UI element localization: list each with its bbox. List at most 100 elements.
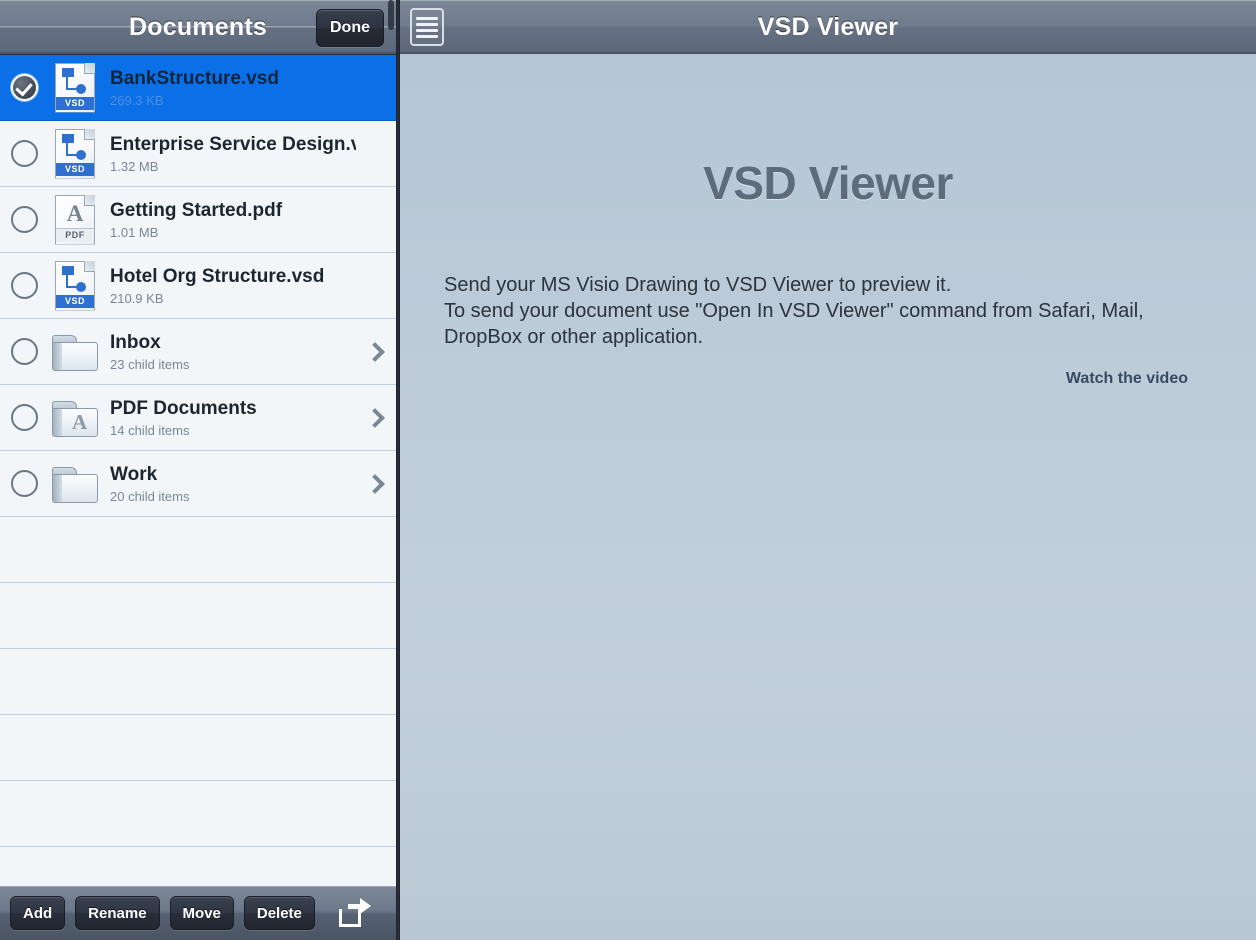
file-name: Inbox <box>110 331 161 353</box>
menu-line-1 <box>416 16 438 20</box>
circle-icon <box>10 140 38 167</box>
chevron-right-icon <box>364 473 385 494</box>
circle-icon <box>10 404 38 431</box>
viewer-panel: VSD Viewer VSD Viewer Send your MS Visio… <box>400 0 1256 940</box>
file-text-cell: Enterprise Service Design.vs 1.32 MB <box>102 134 356 174</box>
file-detail: 1.32 MB <box>110 158 159 174</box>
done-button[interactable]: Done <box>316 9 384 47</box>
file-icon-cell: VSD <box>48 260 102 311</box>
file-row[interactable]: A PDF Documents 14 child items <box>0 385 396 451</box>
file-icon-cell <box>48 333 102 371</box>
file-icon-cell: A <box>48 399 102 437</box>
viewer-heading: VSD Viewer <box>703 157 953 209</box>
folder-shade-shape <box>53 342 62 370</box>
file-text-cell: Hotel Org Structure.vsd 210.9 KB <box>102 266 356 306</box>
file-icon-cell: VSD <box>48 128 102 179</box>
page-title: Documents <box>129 12 267 41</box>
folder-icon: A <box>52 399 98 437</box>
file-type-badge: VSD <box>56 294 94 308</box>
disclosure-cell[interactable] <box>356 341 396 362</box>
circle-icon <box>10 338 38 365</box>
file-row[interactable]: Work 20 child items <box>0 451 396 517</box>
documents-toolbar: Add Rename Move Delete <box>0 886 396 940</box>
viewer-navbar: VSD Viewer <box>400 0 1256 54</box>
file-type-badge: PDF <box>56 227 94 242</box>
selection-checkbox[interactable] <box>0 470 48 497</box>
file-detail: 1.01 MB <box>110 224 159 240</box>
file-type-badge: VSD <box>56 162 94 176</box>
file-name: Hotel Org Structure.vsd <box>110 265 325 287</box>
file-row[interactable]: VSD BankStructure.vsd 269.3 KB <box>0 55 396 121</box>
empty-row <box>0 715 396 781</box>
move-button[interactable]: Move <box>169 896 234 930</box>
disclosure-cell[interactable] <box>356 407 396 428</box>
file-detail: 14 child items <box>110 422 190 438</box>
folder-icon <box>52 333 98 371</box>
visio-diagram-art <box>61 265 88 292</box>
folder-shade-shape <box>53 408 62 436</box>
file-list: VSD BankStructure.vsd 269.3 KB VSD Enterpris… <box>0 54 396 886</box>
selection-checkbox[interactable] <box>0 74 48 101</box>
visio-diagram-art <box>61 67 88 94</box>
checkmark-icon <box>10 74 38 101</box>
share-arrow-shape <box>360 898 371 914</box>
list-scroll-indicator[interactable] <box>388 0 394 30</box>
circle-icon <box>10 272 38 299</box>
instruction-line-1: Send your MS Visio Drawing to VSD Viewer… <box>444 274 952 296</box>
folder-shade-shape <box>53 474 62 502</box>
file-name: Enterprise Service Design.vs <box>110 133 356 155</box>
delete-button[interactable]: Delete <box>243 896 315 930</box>
selection-checkbox[interactable] <box>0 338 48 365</box>
menu-line-2 <box>416 22 438 26</box>
file-name: Getting Started.pdf <box>110 199 283 221</box>
watch-video-link[interactable]: Watch the video <box>444 370 1212 388</box>
rename-button[interactable]: Rename <box>75 896 160 930</box>
vsd-file-icon: VSD <box>55 128 95 179</box>
file-row[interactable]: A PDF Getting Started.pdf 1.01 MB <box>0 187 396 253</box>
pdf-file-icon: A PDF <box>55 194 95 245</box>
file-icon-cell: VSD <box>48 62 102 113</box>
menu-line-4 <box>416 34 438 38</box>
file-text-cell: BankStructure.vsd 269.3 KB <box>102 68 356 108</box>
file-icon-cell <box>48 465 102 503</box>
file-detail: 23 child items <box>110 356 190 372</box>
file-row[interactable]: VSD Enterprise Service Design.vs 1.32 MB <box>0 121 396 187</box>
file-name: BankStructure.vsd <box>110 67 279 89</box>
share-icon[interactable] <box>338 898 372 928</box>
selection-checkbox[interactable] <box>0 404 48 431</box>
menu-line-3 <box>416 28 438 32</box>
file-name: PDF Documents <box>110 397 257 419</box>
disclosure-cell[interactable] <box>356 473 396 494</box>
empty-row <box>0 847 396 886</box>
circle-icon <box>10 206 38 233</box>
list-menu-icon[interactable] <box>410 8 444 46</box>
file-row[interactable]: Inbox 23 child items <box>0 319 396 385</box>
instruction-line-3: DropBox or other application. <box>444 326 704 348</box>
file-detail: 20 child items <box>110 488 190 504</box>
selection-checkbox[interactable] <box>0 140 48 167</box>
selection-checkbox[interactable] <box>0 272 48 299</box>
pdf-glyph-icon: A <box>72 409 88 434</box>
file-row[interactable]: VSD Hotel Org Structure.vsd 210.9 KB <box>0 253 396 319</box>
selection-checkbox[interactable] <box>0 206 48 233</box>
chevron-right-icon <box>364 341 385 362</box>
vsd-file-icon: VSD <box>55 260 95 311</box>
file-text-cell: Getting Started.pdf 1.01 MB <box>102 200 356 240</box>
empty-row <box>0 781 396 847</box>
app-window: Documents Done VSD BankStructure.vsd 269.3… <box>0 0 1256 940</box>
empty-row <box>0 649 396 715</box>
file-detail: 269.3 KB <box>110 92 164 108</box>
file-text-cell: Inbox 23 child items <box>102 332 356 372</box>
file-text-cell: Work 20 child items <box>102 464 356 504</box>
empty-row <box>0 583 396 649</box>
viewer-content: VSD Viewer Send your MS Visio Drawing to… <box>400 54 1256 940</box>
file-text-cell: PDF Documents 14 child items <box>102 398 356 438</box>
vsd-file-icon: VSD <box>55 62 95 113</box>
file-name: Work <box>110 463 158 485</box>
add-button[interactable]: Add <box>10 896 66 930</box>
instruction-line-2: To send your document use "Open In VSD V… <box>444 300 1144 322</box>
visio-diagram-art <box>61 133 88 160</box>
viewer-instructions: Send your MS Visio Drawing to VSD Viewer… <box>444 272 1204 350</box>
folder-icon <box>52 465 98 503</box>
viewer-title: VSD Viewer <box>757 12 899 41</box>
